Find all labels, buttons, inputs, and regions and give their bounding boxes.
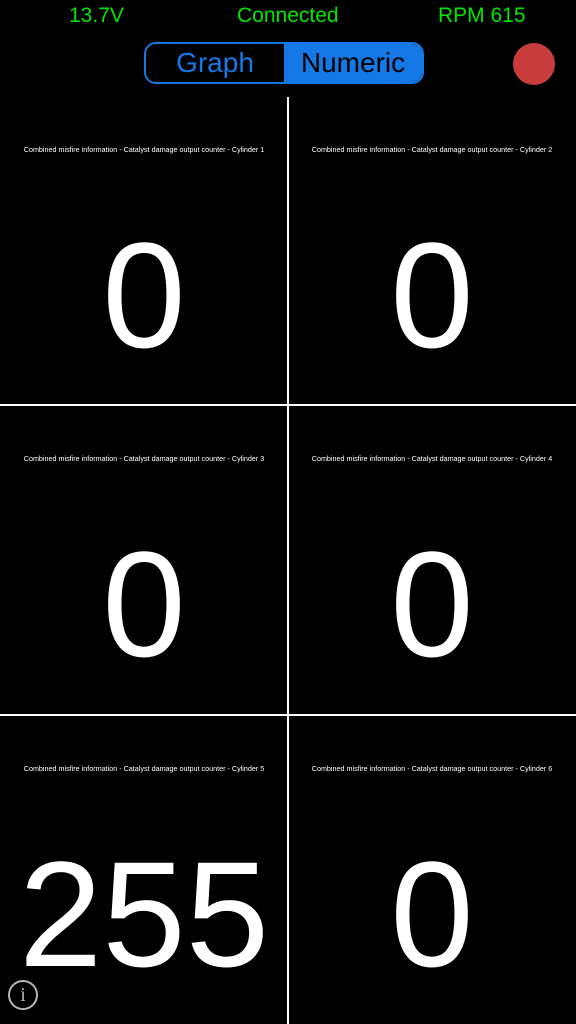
cell-value: 0 [102, 211, 186, 379]
cell-value: 0 [102, 520, 186, 688]
voltage-readout: 13.7V [69, 4, 124, 27]
numeric-grid: Combined misfire information - Catalyst … [0, 97, 576, 1024]
cylinder-4-cell: Combined misfire information - Catalyst … [288, 406, 576, 714]
view-mode-toggle: Graph Numeric [144, 42, 424, 84]
graph-view-button[interactable]: Graph [146, 44, 284, 82]
cylinder-1-cell: Combined misfire information - Catalyst … [0, 97, 288, 405]
cell-label: Combined misfire information - Catalyst … [23, 764, 265, 773]
status-bar: 13.7V Connected RPM 615 [0, 0, 576, 32]
record-button[interactable] [513, 43, 555, 85]
cylinder-6-cell: Combined misfire information - Catalyst … [288, 716, 576, 1024]
cell-value: 0 [390, 520, 474, 688]
numeric-view-button[interactable]: Numeric [284, 44, 422, 82]
cell-value: 0 [390, 211, 474, 379]
cell-value: 255 [18, 830, 270, 998]
connection-status: Connected [237, 4, 339, 27]
cell-label: Combined misfire information - Catalyst … [311, 764, 553, 773]
cell-label: Combined misfire information - Catalyst … [311, 454, 553, 463]
cylinder-5-cell: Combined misfire information - Catalyst … [0, 716, 288, 1024]
cell-label: Combined misfire information - Catalyst … [23, 454, 265, 463]
cylinder-3-cell: Combined misfire information - Catalyst … [0, 406, 288, 714]
info-icon[interactable]: i [8, 980, 38, 1010]
cell-value: 0 [390, 830, 474, 998]
cylinder-2-cell: Combined misfire information - Catalyst … [288, 97, 576, 405]
cell-label: Combined misfire information - Catalyst … [311, 145, 553, 154]
rpm-readout: RPM 615 [438, 4, 526, 27]
cell-label: Combined misfire information - Catalyst … [23, 145, 265, 154]
